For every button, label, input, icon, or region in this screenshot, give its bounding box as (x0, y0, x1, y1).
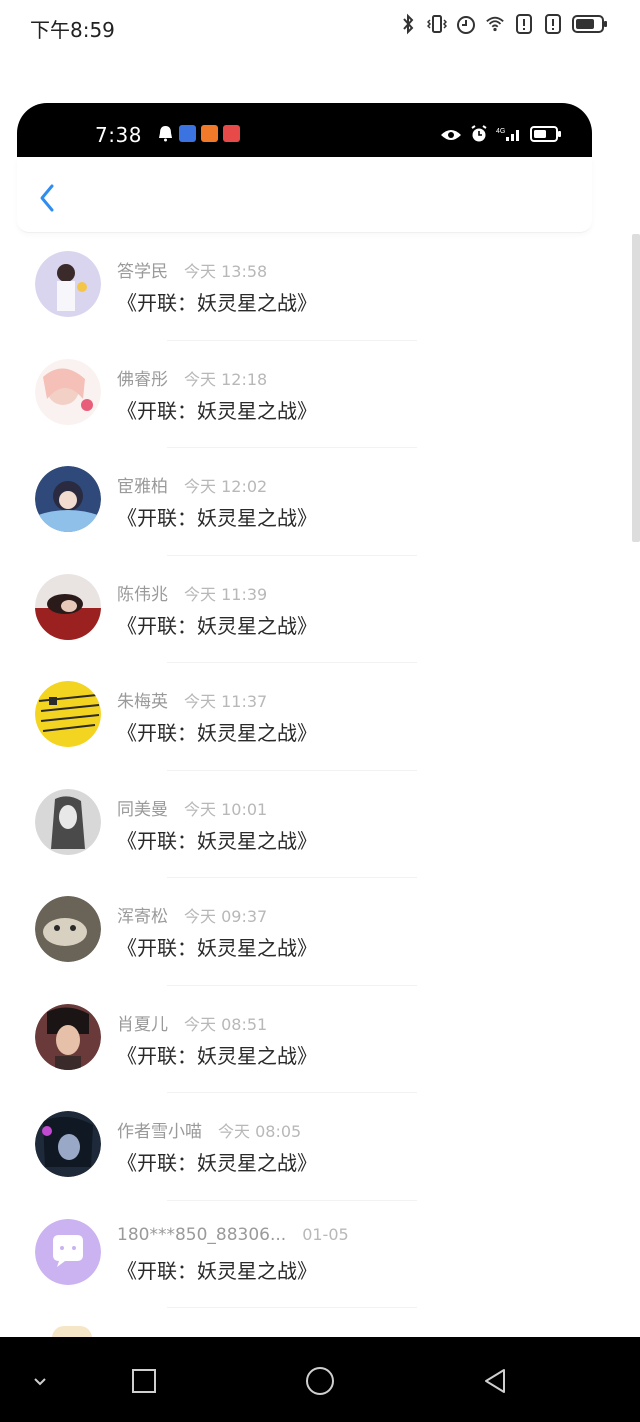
message-text: 《开联：妖灵星之战》 (117, 291, 317, 315)
sender-name: 浑寄松 (117, 907, 168, 927)
timestamp: 今天 12:02 (184, 477, 268, 496)
chevron-left-icon (40, 184, 54, 212)
message-text: 《开联：妖灵星之战》 (117, 936, 317, 960)
timestamp: 今天 11:37 (184, 692, 268, 711)
square-icon (132, 1369, 156, 1393)
triangle-back-icon (485, 1369, 505, 1393)
avatar (35, 251, 101, 317)
sender-name: 同美曼 (117, 799, 168, 820)
status-icons (398, 13, 608, 35)
list-item[interactable]: 作者雪小喵 今天 08:05 《开联：妖灵星之战》 (17, 1093, 592, 1201)
svg-text:4G: 4G (496, 128, 505, 135)
alarm-icon (456, 13, 476, 35)
nav-collapse-button[interactable] (20, 1361, 60, 1401)
message-text: 《开联：妖灵星之战》 (117, 398, 317, 423)
list-item[interactable]: 180***850_88306... 01-05 《开联：妖灵星之战》 (17, 1201, 592, 1308)
sender-name: 朱梅英 (117, 692, 168, 712)
vibrate-icon (427, 13, 447, 35)
status-bar: 下午8:59 (0, 0, 640, 52)
list-item[interactable]: 朱梅英 今天 11:37 《开联：妖灵星之战》 (17, 663, 592, 771)
avatar (35, 788, 101, 855)
timestamp: 今天 08:51 (184, 1014, 268, 1034)
circle-icon (306, 1367, 334, 1395)
timestamp: 今天 08:05 (218, 1122, 302, 1141)
battery-icon (572, 13, 608, 35)
inner-status-time: 7:38 (95, 123, 142, 147)
sender-name: 宦雅柏 (117, 477, 168, 497)
message-text: 《开联：妖灵星之战》 (117, 1043, 317, 1068)
message-list: 答学民 今天 13:58 《开联：妖灵星之战》 佛睿彤 今天 12:18 《开联… (17, 233, 592, 1308)
avatar (35, 466, 101, 532)
avatar (35, 358, 101, 425)
sender-name: 作者雪小喵 (117, 1122, 202, 1142)
timestamp: 今天 13:58 (184, 262, 268, 281)
timestamp: 今天 11:39 (184, 584, 268, 604)
signal-icon: 4G (496, 126, 522, 146)
inner-notification-icons (157, 125, 240, 142)
list-item[interactable]: 答学民 今天 13:58 《开联：妖灵星之战》 (17, 233, 592, 341)
eye-icon (440, 127, 462, 146)
avatar (35, 573, 101, 640)
sender-name: 佛睿彤 (117, 369, 168, 390)
list-item[interactable]: 宦雅柏 今天 12:02 《开联：妖灵星之战》 (17, 448, 592, 556)
alert-icon (514, 13, 534, 35)
message-text: 《开联：妖灵星之战》 (117, 828, 317, 853)
avatar (35, 1218, 101, 1285)
list-item[interactable]: 同美曼 今天 10:01 《开联：妖灵星之战》 (17, 771, 592, 878)
sender-name: 答学民 (117, 262, 168, 282)
message-text: 《开联：妖灵星之战》 (117, 613, 317, 638)
status-time: 下午8:59 (30, 18, 115, 42)
header-bar (17, 157, 592, 233)
list-item[interactable]: 浑寄松 今天 09:37 《开联：妖灵星之战》 (17, 878, 592, 986)
chevron-down-icon (34, 1378, 46, 1386)
timestamp: 今天 10:01 (184, 799, 268, 819)
sender-name: 肖夏儿 (117, 1014, 168, 1035)
notification-icon (157, 125, 174, 142)
bluetooth-icon (398, 13, 418, 35)
back-button[interactable] (35, 181, 61, 215)
avatar (35, 681, 101, 747)
message-text: 《开联：妖灵星之战》 (117, 721, 317, 745)
wifi-icon (485, 13, 505, 35)
timestamp: 今天 09:37 (184, 907, 268, 926)
sender-name: 180***850_88306... (117, 1224, 287, 1245)
avatar (35, 1003, 101, 1070)
list-item[interactable]: 肖夏儿 今天 08:51 《开联：妖灵星之战》 (17, 986, 592, 1093)
alert-icon (543, 13, 563, 35)
avatar (35, 1111, 101, 1177)
list-item[interactable]: 佛睿彤 今天 12:18 《开联：妖灵星之战》 (17, 341, 592, 448)
nav-back-button[interactable] (475, 1361, 515, 1401)
message-text: 《开联：妖灵星之战》 (117, 1258, 317, 1283)
list-item[interactable]: 陈伟兆 今天 11:39 《开联：妖灵星之战》 (17, 556, 592, 663)
timestamp: 今天 12:18 (184, 369, 268, 389)
message-text: 《开联：妖灵星之战》 (117, 1151, 317, 1175)
sender-name: 陈伟兆 (117, 584, 168, 605)
nav-recents-button[interactable] (124, 1361, 164, 1401)
scrollbar[interactable] (632, 234, 640, 542)
app-icon (179, 125, 196, 142)
app-icon (201, 125, 218, 142)
avatar (35, 896, 101, 962)
timestamp: 01-05 (302, 1224, 349, 1244)
alarm-icon (470, 125, 488, 147)
divider (167, 1307, 417, 1308)
inner-system-icons: 4G (440, 125, 562, 147)
nav-home-button[interactable] (300, 1361, 340, 1401)
app-icon (223, 125, 240, 142)
message-text: 《开联：妖灵星之战》 (117, 506, 317, 530)
battery-icon (530, 125, 562, 147)
system-nav-bar (0, 1337, 640, 1422)
inner-status-bar: 7:38 4G (17, 103, 592, 157)
